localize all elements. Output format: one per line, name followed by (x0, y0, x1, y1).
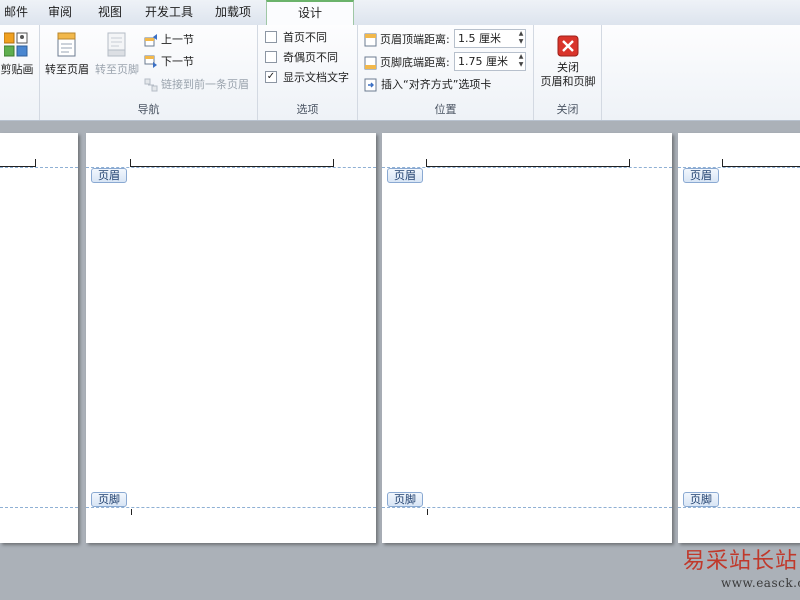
footer-boundary (678, 507, 800, 508)
page[interactable]: 页眉 页脚 (86, 133, 376, 543)
close-icon (557, 35, 579, 57)
header-boundary (86, 167, 376, 168)
group-close: 关闭 页眉和页脚 关闭 (534, 25, 602, 120)
header-tag: 页眉 (91, 168, 127, 183)
tab-developer[interactable]: 开发工具 (138, 0, 200, 25)
next-section-button[interactable]: 下一节 (144, 53, 194, 71)
prev-section-icon (144, 34, 157, 47)
header-boundary (0, 167, 78, 168)
prev-section-button[interactable]: 上一节 (144, 31, 194, 49)
page[interactable]: 页眉 页脚 (382, 133, 672, 543)
checkbox-box (265, 31, 277, 43)
group-position: 页眉顶端距离: 1.5 厘米 ▲ ▼ 页脚底端距离: 1.75 厘米 ▲ ▼ 插入“… (358, 25, 534, 120)
checkmark-icon: ✓ (265, 71, 277, 83)
first-page-different-checkbox[interactable]: 首页不同 (265, 29, 327, 47)
text-cursor (131, 509, 132, 515)
link-previous-icon (144, 78, 158, 92)
tab-design[interactable]: 设计 (266, 0, 354, 26)
header-line (722, 159, 800, 167)
header-tag: 页眉 (387, 168, 423, 183)
text-cursor (427, 509, 428, 515)
tab-view[interactable]: 视图 (88, 0, 132, 25)
watermark-url: www.easck.com (721, 576, 800, 590)
document-area[interactable]: 页眉 页脚 页眉 页脚 页眉 页脚 (0, 121, 800, 600)
group-label-position: 位置 (434, 103, 457, 116)
close-header-footer-button[interactable]: 关闭 页眉和页脚 (536, 35, 600, 89)
group-label-options: 选项 (296, 103, 319, 116)
next-section-icon (144, 55, 157, 68)
footer-tag: 页脚 (91, 492, 127, 507)
header-line (130, 159, 334, 167)
header-line (0, 159, 36, 167)
footer-bottom-distance-spinner[interactable]: 页脚底端距离: 1.75 厘米 ▲ ▼ (364, 52, 532, 72)
header-line (426, 159, 630, 167)
goto-header-icon (57, 32, 76, 57)
tab-review[interactable]: 审阅 (40, 0, 80, 25)
clipart-button[interactable]: 剪贴画 (0, 31, 36, 77)
spinner-arrows-icon[interactable]: ▲ ▼ (516, 30, 526, 46)
group-insert-partial: 剪贴画 (0, 25, 40, 120)
group-navigation: 转至页眉 转至页脚 上一节 下一节 链接到前一条页眉 导航 (40, 25, 258, 120)
group-options: 首页不同 奇偶页不同 ✓ 显示文档文字 选项 (258, 25, 358, 120)
odd-even-different-checkbox[interactable]: 奇偶页不同 (265, 49, 338, 67)
header-boundary (382, 167, 672, 168)
header-position-icon (364, 33, 377, 47)
link-previous-button[interactable]: 链接到前一条页眉 (144, 76, 249, 94)
clipart-icon (4, 32, 28, 57)
spinner-arrows-icon[interactable]: ▲ ▼ (516, 53, 526, 69)
footer-tag: 页脚 (387, 492, 423, 507)
footer-position-icon (364, 56, 377, 70)
group-label-navigation: 导航 (137, 103, 160, 116)
alignment-tab-icon (364, 78, 377, 92)
goto-footer-icon (107, 32, 126, 57)
watermark-logo: 易采站长站 www.easck.com (683, 543, 800, 590)
footer-boundary (0, 507, 78, 508)
header-tag: 页眉 (683, 168, 719, 183)
insert-alignment-tab-button[interactable]: 插入“对齐方式”选项卡 (364, 76, 491, 94)
header-top-distance-spinner[interactable]: 页眉顶端距离: 1.5 厘米 ▲ ▼ (364, 29, 532, 49)
footer-boundary (86, 507, 376, 508)
goto-footer-button[interactable]: 转至页脚 (92, 31, 142, 77)
watermark-text: 易采站长站 (683, 549, 799, 574)
footer-boundary (382, 507, 672, 508)
goto-header-button[interactable]: 转至页眉 (42, 31, 92, 77)
group-label-close: 关闭 (556, 103, 579, 116)
ribbon: 剪贴画 转至页眉 转至页脚 上一节 下一节 链接到前一条页眉 导航 首页不同 奇… (0, 25, 800, 121)
tab-mailings[interactable]: 邮件 (0, 0, 32, 25)
ribbon-tab-bar: 邮件 审阅 视图 开发工具 加载项 设计 (0, 0, 800, 26)
page[interactable]: 页眉 页脚 (678, 133, 800, 543)
show-document-text-checkbox[interactable]: ✓ 显示文档文字 (265, 69, 349, 87)
footer-tag: 页脚 (683, 492, 719, 507)
tab-addins[interactable]: 加载项 (206, 0, 260, 25)
checkbox-box (265, 51, 277, 63)
page[interactable] (0, 133, 78, 543)
